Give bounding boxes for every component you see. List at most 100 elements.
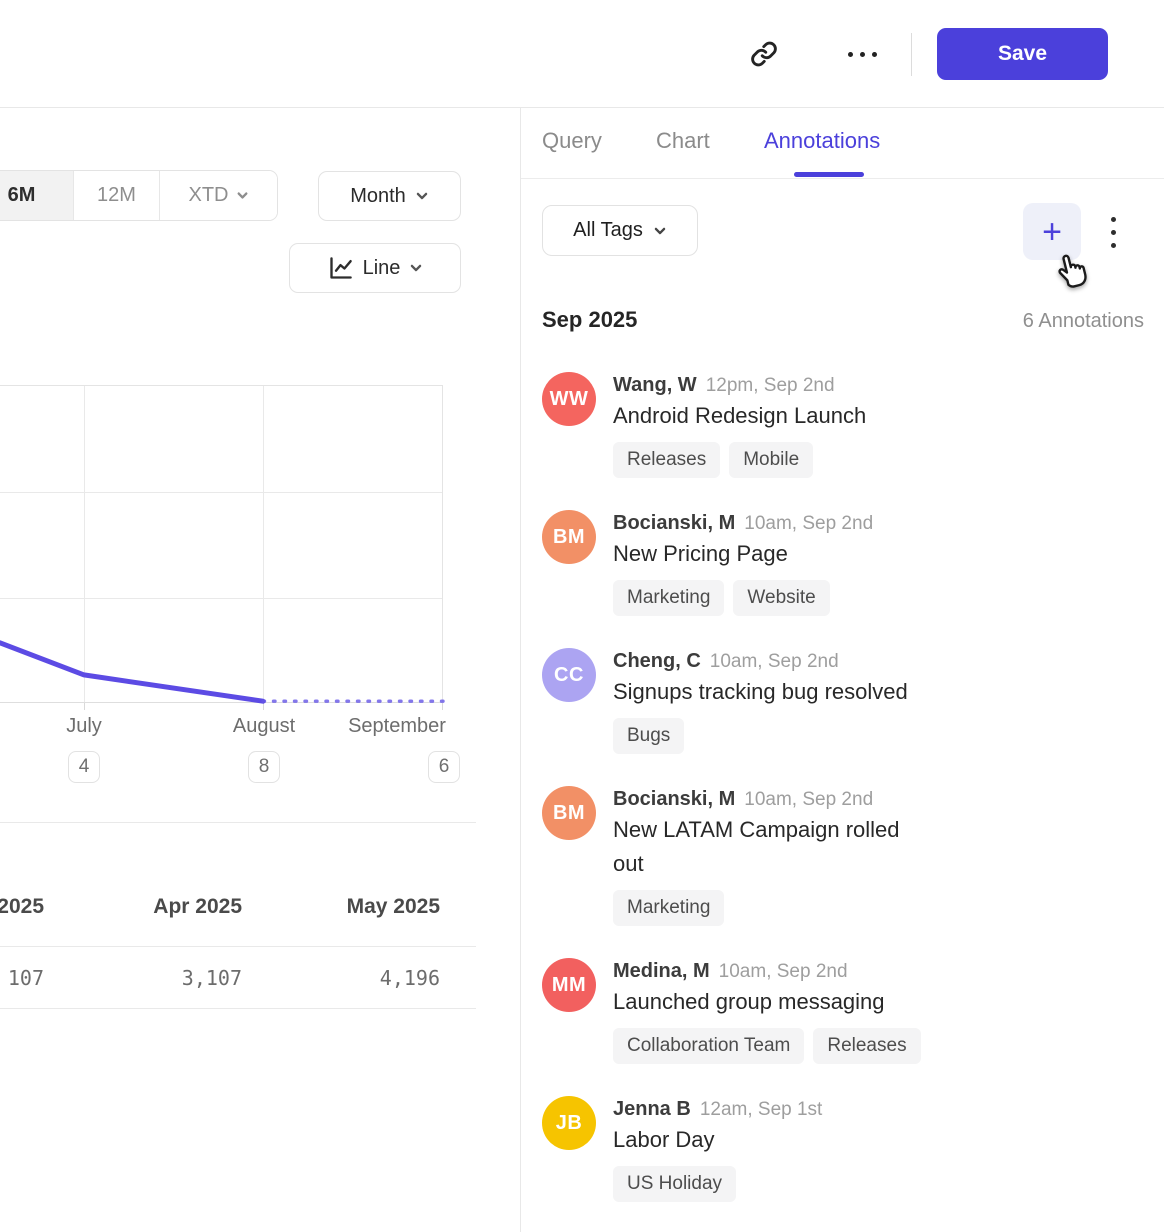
- kebab-icon: [1111, 243, 1116, 248]
- chart-line-series: [0, 386, 443, 704]
- annotation-item[interactable]: BM Bocianski, M 10am, Sep 2nd New Pricin…: [542, 510, 952, 616]
- annotation-timestamp: 12pm, Sep 2nd: [706, 373, 835, 399]
- annotation-item[interactable]: JB Jenna B 12am, Sep 1st Labor Day US Ho…: [542, 1096, 952, 1202]
- tag-filter-dropdown-button[interactable]: All Tags: [542, 205, 698, 256]
- tag-pill[interactable]: US Holiday: [613, 1166, 736, 1202]
- avatar: BM: [542, 510, 596, 564]
- range-option-6m[interactable]: 6M: [0, 171, 74, 220]
- annotation-title: Android Redesign Launch: [613, 399, 866, 433]
- kebab-icon: [1111, 217, 1116, 222]
- panel-tab-bar: Query Chart Annotations: [521, 108, 1164, 179]
- annotations-menu-button[interactable]: [1104, 211, 1122, 253]
- interval-label: Month: [350, 185, 406, 208]
- annotation-tags: Marketing Website: [613, 580, 873, 616]
- table-value-clipped: 107: [0, 966, 44, 996]
- chevron-down-icon: [409, 261, 423, 275]
- annotation-timestamp: 10am, Sep 2nd: [744, 787, 873, 813]
- annotation-timestamp: 12am, Sep 1st: [700, 1097, 823, 1123]
- line-chart-icon: [327, 255, 354, 282]
- annotation-title: Launched group messaging: [613, 985, 921, 1019]
- annotation-tags: Releases Mobile: [613, 442, 866, 478]
- section-count-label: 6 Annotations: [1023, 310, 1144, 333]
- annotation-list: WW Wang, W 12pm, Sep 2nd Android Redesig…: [542, 372, 952, 1232]
- tag-pill[interactable]: Marketing: [613, 580, 724, 616]
- annotation-body: Cheng, C 10am, Sep 2nd Signups tracking …: [613, 648, 908, 754]
- annotation-body: Jenna B 12am, Sep 1st Labor Day US Holid…: [613, 1096, 822, 1202]
- x-axis-tick: [84, 703, 85, 710]
- annotation-author: Jenna B: [613, 1096, 691, 1122]
- save-button[interactable]: Save: [937, 28, 1108, 80]
- x-axis-label-july: July: [14, 715, 154, 738]
- annotation-item[interactable]: MM Medina, M 10am, Sep 2nd Launched grou…: [542, 958, 952, 1064]
- annotation-title: New Pricing Page: [613, 537, 873, 571]
- interval-dropdown-button[interactable]: Month: [318, 171, 461, 221]
- annotation-tags: Bugs: [613, 718, 908, 754]
- annotation-timestamp: 10am, Sep 2nd: [719, 959, 848, 985]
- annotation-tags: Collaboration Team Releases: [613, 1028, 921, 1064]
- table-header-apr-2025: Apr 2025: [42, 895, 242, 925]
- annotation-body: Wang, W 12pm, Sep 2nd Android Redesign L…: [613, 372, 866, 478]
- series-line-solid: [0, 643, 263, 701]
- add-annotation-button[interactable]: +: [1023, 203, 1081, 260]
- range-option-xtd[interactable]: XTD: [160, 171, 277, 220]
- date-range-segmented-control: 6M 12M XTD: [0, 170, 278, 221]
- copy-link-button[interactable]: [746, 36, 782, 72]
- section-month-label: Sep 2025: [542, 307, 637, 333]
- chevron-down-icon: [415, 189, 429, 203]
- avatar: BM: [542, 786, 596, 840]
- tab-query[interactable]: Query: [542, 128, 602, 154]
- avatar: CC: [542, 648, 596, 702]
- annotation-count-badge-august[interactable]: 8: [248, 751, 280, 783]
- annotation-item[interactable]: CC Cheng, C 10am, Sep 2nd Signups tracki…: [542, 648, 952, 754]
- annotation-author: Wang, W: [613, 372, 697, 398]
- ellipsis-icon: [860, 52, 865, 57]
- line-chart-plot-area[interactable]: [0, 385, 443, 703]
- annotation-author: Bocianski, M: [613, 786, 735, 812]
- active-tab-underline: [794, 172, 864, 177]
- tag-pill[interactable]: Collaboration Team: [613, 1028, 804, 1064]
- x-axis-label-august: August: [194, 715, 334, 738]
- top-header-bar: Save: [0, 0, 1164, 108]
- x-axis-tick: [442, 703, 443, 710]
- tab-chart[interactable]: Chart: [656, 128, 710, 154]
- chart-type-dropdown-button[interactable]: Line: [289, 243, 461, 293]
- annotation-title: Signups tracking bug resolved: [613, 675, 908, 709]
- avatar: MM: [542, 958, 596, 1012]
- tag-pill[interactable]: Website: [733, 580, 829, 616]
- avatar: WW: [542, 372, 596, 426]
- tag-pill[interactable]: Releases: [813, 1028, 920, 1064]
- annotation-body: Bocianski, M 10am, Sep 2nd New Pricing P…: [613, 510, 873, 616]
- tag-pill[interactable]: Releases: [613, 442, 720, 478]
- x-axis-label-september: September: [327, 715, 467, 738]
- annotation-author: Bocianski, M: [613, 510, 735, 536]
- tag-pill[interactable]: Marketing: [613, 890, 724, 926]
- annotation-title: New LATAM Campaign rolled out: [613, 813, 928, 881]
- annotation-timestamp: 10am, Sep 2nd: [710, 649, 839, 675]
- app-root: Save 6M 12M XTD Month Line: [0, 0, 1164, 1232]
- more-options-button[interactable]: [838, 36, 886, 72]
- ellipsis-icon: [848, 52, 853, 57]
- range-option-12m[interactable]: 12M: [74, 171, 160, 220]
- table-value-apr-2025: 3,107: [42, 966, 242, 996]
- chevron-down-icon: [236, 189, 249, 202]
- annotation-item[interactable]: WW Wang, W 12pm, Sep 2nd Android Redesig…: [542, 372, 952, 478]
- table-border-bottom: [0, 1008, 476, 1009]
- annotation-tags: US Holiday: [613, 1166, 822, 1202]
- table-header-may-2025: May 2025: [240, 895, 440, 925]
- annotation-timestamp: 10am, Sep 2nd: [744, 511, 873, 537]
- annotation-body: Medina, M 10am, Sep 2nd Launched group m…: [613, 958, 921, 1064]
- annotation-count-badge-july[interactable]: 4: [68, 751, 100, 783]
- annotations-section-header: Sep 2025 6 Annotations: [542, 307, 1144, 333]
- annotation-item[interactable]: BM Bocianski, M 10am, Sep 2nd New LATAM …: [542, 786, 952, 926]
- tag-pill[interactable]: Bugs: [613, 718, 684, 754]
- table-header-divider: [0, 946, 476, 947]
- chart-panel: 6M 12M XTD Month Line: [0, 108, 520, 1232]
- annotations-panel: Query Chart Annotations All Tags + Sep 2…: [520, 108, 1164, 1232]
- annotation-count-badge-september[interactable]: 6: [428, 751, 460, 783]
- tag-filter-label: All Tags: [573, 219, 643, 242]
- tab-annotations[interactable]: Annotations: [764, 128, 880, 154]
- avatar: JB: [542, 1096, 596, 1150]
- tag-pill[interactable]: Mobile: [729, 442, 813, 478]
- table-header-month-clipped: 2025: [0, 895, 44, 925]
- annotation-author: Cheng, C: [613, 648, 701, 674]
